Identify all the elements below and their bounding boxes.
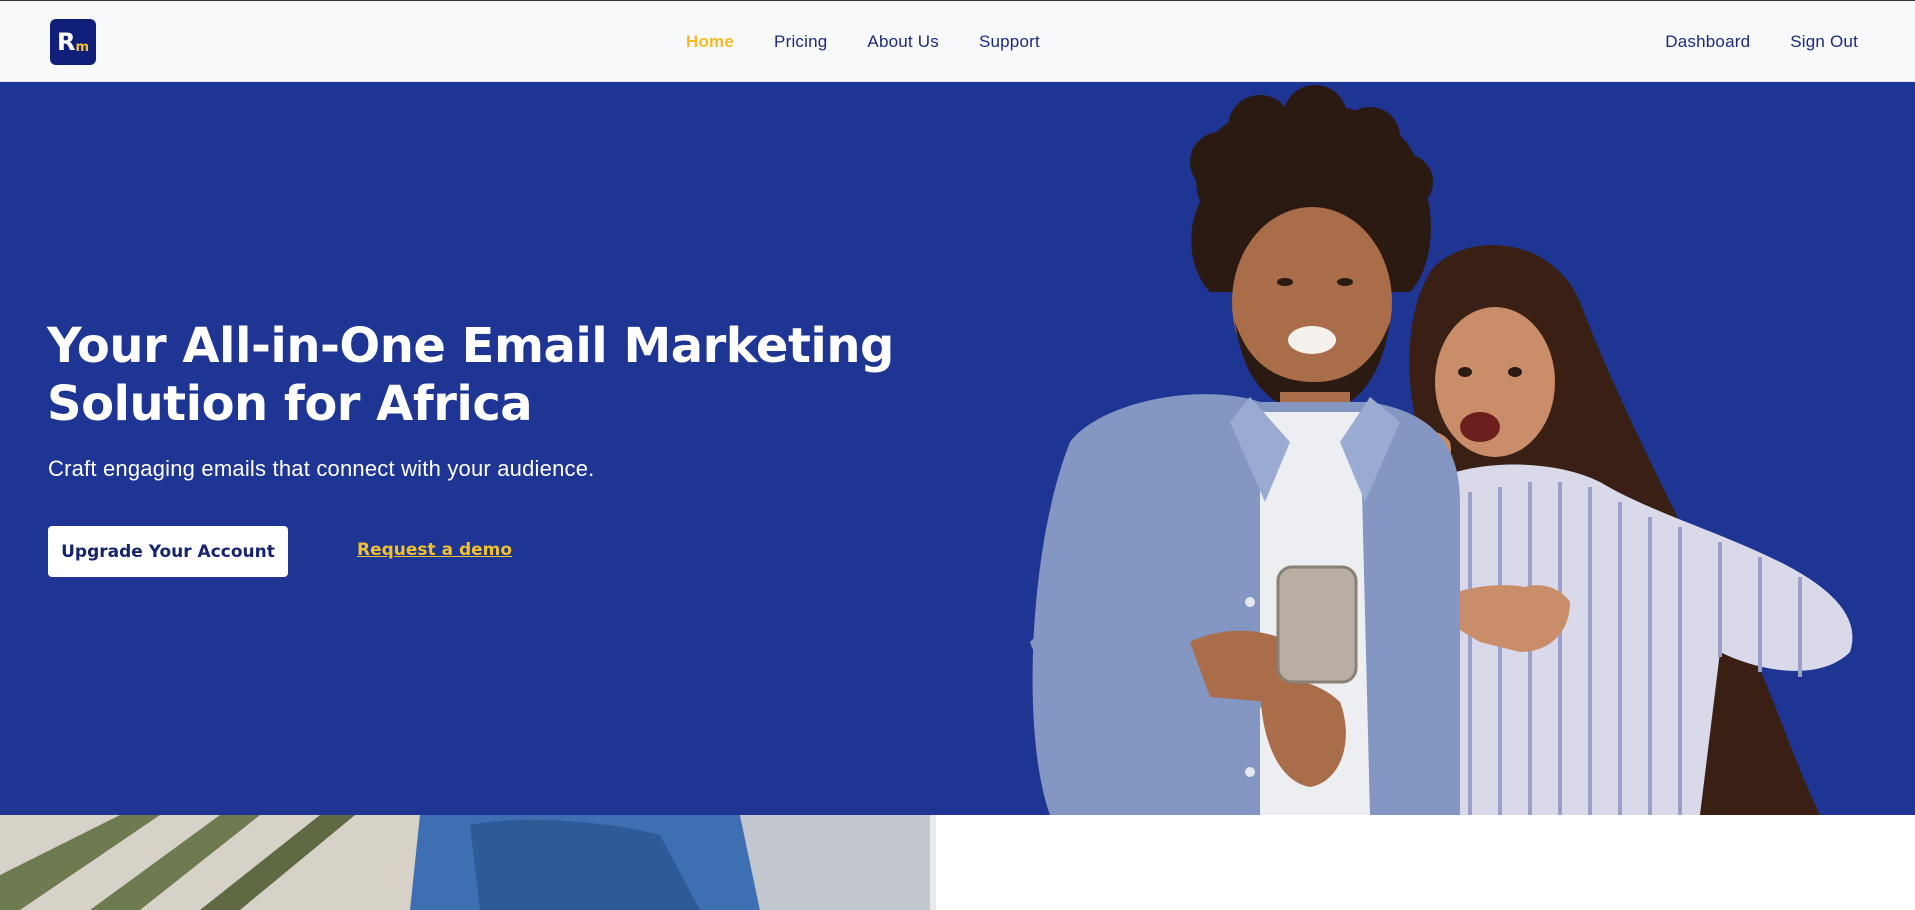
logo-letter-r: R [56,28,76,56]
secondary-section-image [0,815,936,910]
nav-link-about-us[interactable]: About Us [867,32,939,52]
nav-link-dashboard[interactable]: Dashboard [1665,32,1750,52]
top-navbar: R m Home Pricing About Us Support Dashbo… [0,0,1915,82]
main-nav: Home Pricing About Us Support [686,1,1040,83]
brand-logo[interactable]: R m [50,19,96,65]
nav-link-home[interactable]: Home [686,32,734,52]
hero-section: Your All-in-One Email Marketing Solution… [0,82,1915,815]
upgrade-account-button[interactable]: Upgrade Your Account [48,526,288,577]
hero-people-image [1030,85,1853,815]
logo-letter-m: m [75,39,90,55]
account-nav: Dashboard Sign Out [1665,1,1858,83]
man-figure [1030,85,1460,815]
request-demo-link[interactable]: Request a demo [357,540,512,560]
hero-title: Your All-in-One Email Marketing Solution… [47,317,947,433]
nav-link-pricing[interactable]: Pricing [774,32,827,52]
striped-fabric-photo [0,815,936,910]
nav-link-sign-out[interactable]: Sign Out [1790,32,1858,52]
hero-title-line-1: Your All-in-One Email Marketing [47,318,894,374]
nav-link-support[interactable]: Support [979,32,1040,52]
hero-subtitle: Craft engaging emails that connect with … [48,456,595,481]
woman-figure [1398,245,1853,815]
hero-title-line-2: Solution for Africa [47,376,533,432]
